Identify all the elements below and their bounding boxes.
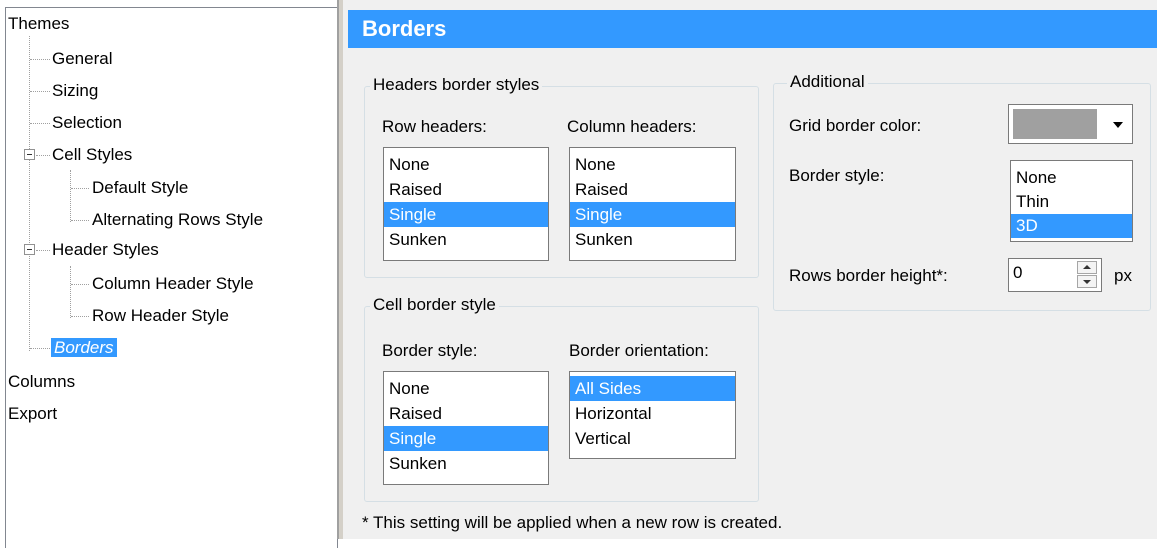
list-item[interactable]: None xyxy=(384,152,548,177)
tree-item-label: Export xyxy=(8,404,58,423)
list-item[interactable]: Single xyxy=(384,426,548,451)
tree-connector-line xyxy=(30,123,50,124)
list-item[interactable]: Sunken xyxy=(384,227,548,252)
tree-connector-line xyxy=(30,91,50,92)
grid-border-color-picker[interactable] xyxy=(1008,104,1133,144)
list-item[interactable]: None xyxy=(384,376,548,401)
tree-connector-line xyxy=(30,348,50,349)
tree-item-cell-styles[interactable]: Cell Styles xyxy=(52,143,132,167)
tree-item-selection[interactable]: Selection xyxy=(52,111,122,135)
list-item[interactable]: Sunken xyxy=(570,227,735,252)
list-item[interactable]: Sunken xyxy=(384,451,548,476)
border-style-label: Border style: xyxy=(382,341,478,360)
tree-item-label: Cell Styles xyxy=(52,145,133,164)
tree-item-general[interactable]: General xyxy=(52,47,112,71)
column-headers-listbox[interactable]: None Raised Single Sunken xyxy=(569,147,736,261)
additional-border-style-label: Border style: xyxy=(789,166,885,185)
tree-connector-line xyxy=(71,188,89,189)
tree-connector-line xyxy=(71,316,89,317)
list-item[interactable]: All Sides xyxy=(570,376,735,401)
tree-item-label: Default Style xyxy=(92,178,189,197)
tree-connector-line xyxy=(70,266,71,318)
px-unit-label: px xyxy=(1114,266,1132,285)
tree-item-export[interactable]: Export xyxy=(8,402,57,426)
list-item[interactable]: Thin xyxy=(1011,190,1132,214)
collapse-icon[interactable] xyxy=(24,244,35,255)
tree-item-default-style[interactable]: Default Style xyxy=(92,176,188,200)
tree-item-label: Selection xyxy=(52,113,122,132)
footnote: * This setting will be applied when a ne… xyxy=(362,513,783,532)
tree-item-label: Row Header Style xyxy=(92,306,230,325)
row-headers-listbox[interactable]: None Raised Single Sunken xyxy=(383,147,549,261)
tree-item-header-styles[interactable]: Header Styles xyxy=(52,238,159,262)
row-headers-label: Row headers: xyxy=(382,117,487,136)
tree-item-label: Borders xyxy=(51,338,117,357)
list-item[interactable]: Single xyxy=(570,202,735,227)
cell-border-style-listbox[interactable]: None Raised Single Sunken xyxy=(383,371,549,485)
headers-border-styles-group: Headers border styles Row headers: Colum… xyxy=(364,75,759,278)
tree-connector-line xyxy=(71,220,89,221)
stepper-value[interactable]: 0 xyxy=(1013,263,1022,283)
tree-item-label: Column Header Style xyxy=(92,274,254,293)
list-item[interactable]: None xyxy=(1011,166,1132,190)
grid-border-color-label: Grid border color: xyxy=(789,116,922,135)
settings-panel: Borders Headers border styles Row header… xyxy=(343,0,1157,539)
tree-item-alternating-rows-style[interactable]: Alternating Rows Style xyxy=(92,208,263,232)
group-legend: Cell border style xyxy=(370,295,499,315)
tree-item-row-header-style[interactable]: Row Header Style xyxy=(92,304,229,328)
tree-item-borders[interactable]: Borders xyxy=(51,336,117,360)
list-item[interactable]: None xyxy=(570,152,735,177)
tree-connector-line xyxy=(29,36,30,351)
navigation-tree[interactable]: Themes General Sizing Selection Cell Sty… xyxy=(5,7,338,548)
tree-item-label: Themes xyxy=(8,14,70,33)
tree-item-themes[interactable]: Themes xyxy=(8,12,69,36)
column-headers-label: Column headers: xyxy=(567,117,697,136)
additional-border-style-listbox[interactable]: None Thin 3D xyxy=(1010,160,1133,242)
list-item[interactable]: Raised xyxy=(570,177,735,202)
tree-item-label: General xyxy=(52,49,113,68)
stepper-buttons xyxy=(1077,261,1099,289)
tree-item-label: Columns xyxy=(8,372,76,391)
rows-border-height-stepper[interactable]: 0 xyxy=(1008,258,1102,292)
tree-item-sizing[interactable]: Sizing xyxy=(52,79,98,103)
tree-item-label: Alternating Rows Style xyxy=(92,210,264,229)
tree-connector-line xyxy=(30,59,50,60)
tree-connector-line xyxy=(70,170,71,222)
border-orientation-listbox[interactable]: All Sides Horizontal Vertical xyxy=(569,371,736,459)
tree-item-label: Sizing xyxy=(52,81,99,100)
group-legend: Additional xyxy=(787,72,868,92)
chevron-down-icon[interactable] xyxy=(1113,122,1123,128)
spin-up-icon[interactable] xyxy=(1077,261,1097,274)
tree-connector-line xyxy=(71,284,89,285)
page-title: Borders xyxy=(348,10,1157,48)
border-orientation-label: Border orientation: xyxy=(569,341,709,360)
list-item[interactable]: Raised xyxy=(384,401,548,426)
tree-item-label: Header Styles xyxy=(52,240,159,259)
tree-item-column-header-style[interactable]: Column Header Style xyxy=(92,272,254,296)
tree-connector-line xyxy=(36,250,50,251)
color-swatch xyxy=(1013,109,1097,139)
spin-down-icon[interactable] xyxy=(1077,275,1097,288)
tree-connector-line xyxy=(36,155,50,156)
list-item[interactable]: Horizontal xyxy=(570,401,735,426)
list-item[interactable]: Raised xyxy=(384,177,548,202)
list-item[interactable]: Vertical xyxy=(570,426,735,451)
rows-border-height-label: Rows border height*: xyxy=(789,266,948,285)
tree-item-columns[interactable]: Columns xyxy=(8,370,75,394)
cell-border-style-group: Cell border style Border style: Border o… xyxy=(364,295,759,502)
list-item[interactable]: Single xyxy=(384,202,548,227)
group-legend: Headers border styles xyxy=(370,75,543,95)
list-item[interactable]: 3D xyxy=(1011,214,1132,238)
collapse-icon[interactable] xyxy=(24,149,35,160)
